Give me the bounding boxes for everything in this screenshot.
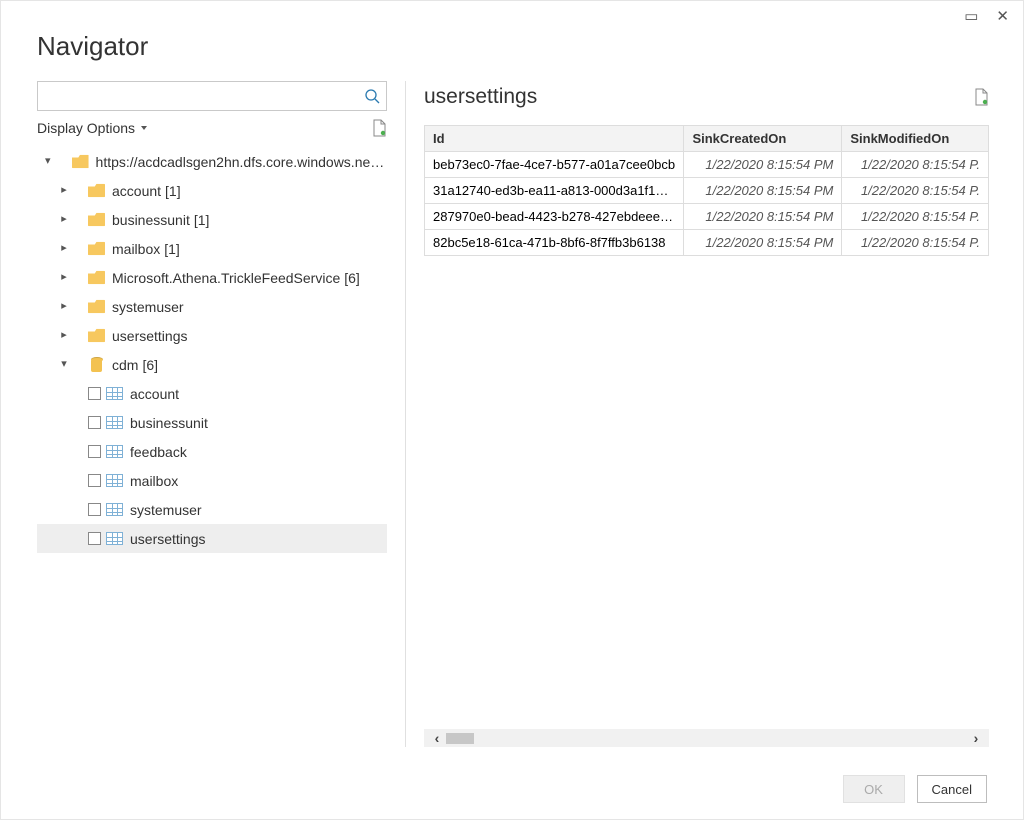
tree-root[interactable]: ▾ https://acdcadlsgen2hn.dfs.core.window…: [37, 147, 387, 176]
column-sinkcreatedon[interactable]: SinkCreatedOn: [684, 126, 842, 152]
table-row[interactable]: beb73ec0-7fae-4ce7-b577-a01a7cee0bcb 1/2…: [425, 152, 989, 178]
navigator-dialog: ▭ ✕ Navigator Display Options: [0, 0, 1024, 820]
navigator-left-pane: Display Options ▾ https://acdcadlsgen2hn…: [37, 81, 387, 747]
scroll-right-icon[interactable]: ›: [969, 730, 983, 746]
search-icon[interactable]: [364, 88, 380, 104]
table-icon: [106, 474, 123, 487]
database-icon: [91, 358, 102, 372]
table-header-row: Id SinkCreatedOn SinkModifiedOn: [425, 126, 989, 152]
table-icon: [106, 532, 123, 545]
tree-folder-systemuser[interactable]: ▸ systemuser: [37, 292, 387, 321]
tree-table-businessunit[interactable]: businessunit: [37, 408, 387, 437]
checkbox[interactable]: [88, 503, 101, 516]
cancel-button[interactable]: Cancel: [917, 775, 987, 803]
folder-icon: [88, 241, 105, 256]
checkbox[interactable]: [88, 474, 101, 487]
checkbox[interactable]: [88, 445, 101, 458]
collapse-icon[interactable]: ▾: [57, 357, 71, 370]
tree-table-mailbox[interactable]: mailbox: [37, 466, 387, 495]
tree-folder-account[interactable]: ▸ account [1]: [37, 176, 387, 205]
table-icon: [106, 445, 123, 458]
checkbox[interactable]: [88, 416, 101, 429]
tree-table-feedback[interactable]: feedback: [37, 437, 387, 466]
checkbox[interactable]: [88, 387, 101, 400]
search-box[interactable]: [37, 81, 387, 111]
display-options-dropdown[interactable]: Display Options: [37, 120, 147, 136]
window-close-icon[interactable]: ✕: [996, 9, 1009, 24]
tree-table-systemuser[interactable]: systemuser: [37, 495, 387, 524]
expand-icon[interactable]: ▸: [57, 299, 71, 312]
checkbox[interactable]: [88, 532, 101, 545]
window-maximize-icon[interactable]: ▭: [964, 9, 978, 24]
expand-icon[interactable]: ▸: [57, 270, 71, 283]
preview-table: Id SinkCreatedOn SinkModifiedOn beb73ec0…: [424, 125, 989, 256]
refresh-preview-icon[interactable]: [974, 88, 989, 106]
dialog-title: Navigator: [1, 1, 1023, 80]
expand-icon[interactable]: ▸: [57, 183, 71, 196]
table-icon: [106, 503, 123, 516]
table-icon: [106, 387, 123, 400]
horizontal-scrollbar[interactable]: ‹ ›: [424, 729, 989, 747]
tree-folder-businessunit[interactable]: ▸ businessunit [1]: [37, 205, 387, 234]
tree-folder-athena[interactable]: ▸ Microsoft.Athena.TrickleFeedService [6…: [37, 263, 387, 292]
folder-icon: [72, 154, 89, 169]
tree-folder-usersettings[interactable]: ▸ usersettings: [37, 321, 387, 350]
tree-root-label: https://acdcadlsgen2hn.dfs.core.windows.…: [96, 154, 387, 170]
table-row[interactable]: 287970e0-bead-4423-b278-427ebdeee821 1/2…: [425, 204, 989, 230]
tree-table-usersettings[interactable]: usersettings: [37, 524, 387, 553]
folder-icon: [88, 299, 105, 314]
preview-pane: usersettings Id SinkCreatedOn SinkModifi…: [405, 81, 989, 747]
table-icon: [106, 416, 123, 429]
display-options-label: Display Options: [37, 120, 135, 136]
expand-icon[interactable]: ▸: [57, 328, 71, 341]
tree-folder-mailbox[interactable]: ▸ mailbox [1]: [37, 234, 387, 263]
table-row[interactable]: 82bc5e18-61ca-471b-8bf6-8f7ffb3b6138 1/2…: [425, 230, 989, 256]
chevron-down-icon: [141, 126, 147, 130]
column-sinkmodifiedon[interactable]: SinkModifiedOn: [842, 126, 989, 152]
tree-cdm[interactable]: ▾ cdm [6]: [37, 350, 387, 379]
expand-icon[interactable]: ▸: [57, 212, 71, 225]
collapse-icon[interactable]: ▾: [41, 154, 55, 167]
folder-icon: [88, 212, 105, 227]
scroll-left-icon[interactable]: ‹: [430, 730, 444, 746]
scroll-thumb[interactable]: [446, 733, 474, 744]
navigator-tree: ▾ https://acdcadlsgen2hn.dfs.core.window…: [37, 147, 387, 747]
ok-button: OK: [843, 775, 905, 803]
folder-icon: [88, 183, 105, 198]
folder-icon: [88, 270, 105, 285]
tree-table-account[interactable]: account: [37, 379, 387, 408]
expand-icon[interactable]: ▸: [57, 241, 71, 254]
refresh-page-icon[interactable]: [372, 119, 387, 137]
folder-icon: [88, 328, 105, 343]
search-input[interactable]: [46, 88, 364, 105]
table-row[interactable]: 31a12740-ed3b-ea11-a813-000d3a1f1246 1/2…: [425, 178, 989, 204]
column-id[interactable]: Id: [425, 126, 684, 152]
preview-title: usersettings: [424, 85, 537, 109]
